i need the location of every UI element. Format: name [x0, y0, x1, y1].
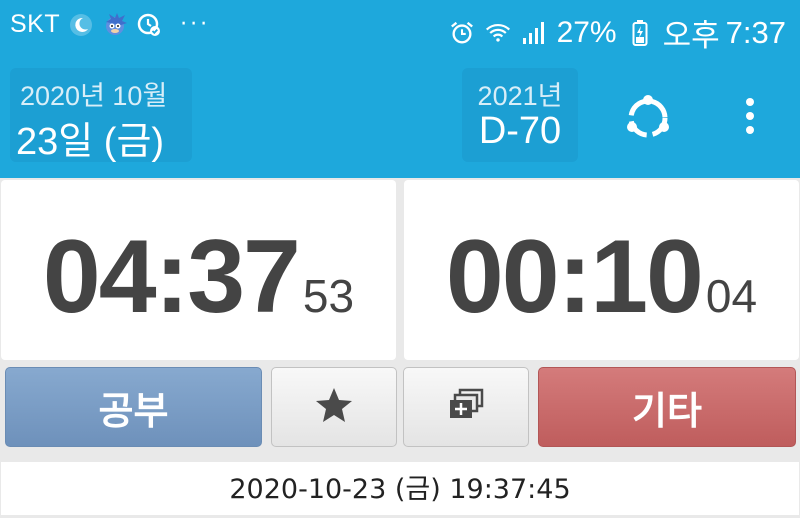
- date-year-month: 2020년 10월: [20, 81, 168, 111]
- current-datetime-bar: 2020-10-23 (금) 19:37:45: [1, 462, 799, 515]
- sonic-avatar-icon: [102, 12, 128, 38]
- study-timer-panel[interactable]: 04:3753: [1, 180, 396, 360]
- more-vertical-icon[interactable]: [738, 96, 762, 140]
- etc-button-label: 기타: [632, 388, 702, 433]
- other-timer-panel[interactable]: 00:1004: [404, 180, 799, 360]
- signal-icon: [521, 20, 547, 46]
- study-timer-seconds: 53: [302, 270, 355, 322]
- moon-icon: [68, 12, 94, 38]
- favorite-button[interactable]: [271, 367, 397, 447]
- dday-value: D-70: [478, 110, 562, 152]
- layers-icon: [446, 388, 486, 426]
- etc-button[interactable]: 기타: [538, 367, 796, 447]
- more-notifications-icon: ···: [180, 12, 211, 37]
- wifi-icon: [485, 20, 511, 46]
- status-time: 7:37: [725, 14, 786, 50]
- clock-check-icon: [136, 12, 162, 38]
- sync-circle-icon[interactable]: [622, 92, 674, 144]
- study-timer-hhmm: 04:37: [42, 219, 301, 335]
- current-date-box[interactable]: 2020년 10월 23일 (금): [10, 68, 192, 163]
- other-timer-hhmm: 00:10: [445, 219, 704, 335]
- status-ampm: 오후: [662, 18, 720, 53]
- other-timer-seconds: 04: [705, 270, 758, 322]
- study-button-label: 공부: [98, 388, 169, 433]
- study-button[interactable]: 공부: [5, 367, 262, 447]
- app-header: SKT ··· 27% 오후 7:37 2020년 10월 23일 (금) 20…: [0, 0, 800, 178]
- battery-percent: 27%: [556, 15, 617, 49]
- dday-box[interactable]: 2021년 D-70: [462, 68, 578, 162]
- carrier-label: SKT: [10, 10, 61, 38]
- date-day: 23일 (금): [16, 121, 165, 163]
- current-datetime: 2020-10-23 (금) 19:37:45: [229, 474, 571, 505]
- dday-year: 2021년: [477, 81, 563, 111]
- alarm-icon: [449, 20, 475, 46]
- star-icon: [314, 386, 354, 428]
- subject-list-button[interactable]: [403, 367, 529, 447]
- status-bar: SKT ··· 27% 오후 7:37: [0, 0, 800, 56]
- battery-icon: [627, 19, 653, 46]
